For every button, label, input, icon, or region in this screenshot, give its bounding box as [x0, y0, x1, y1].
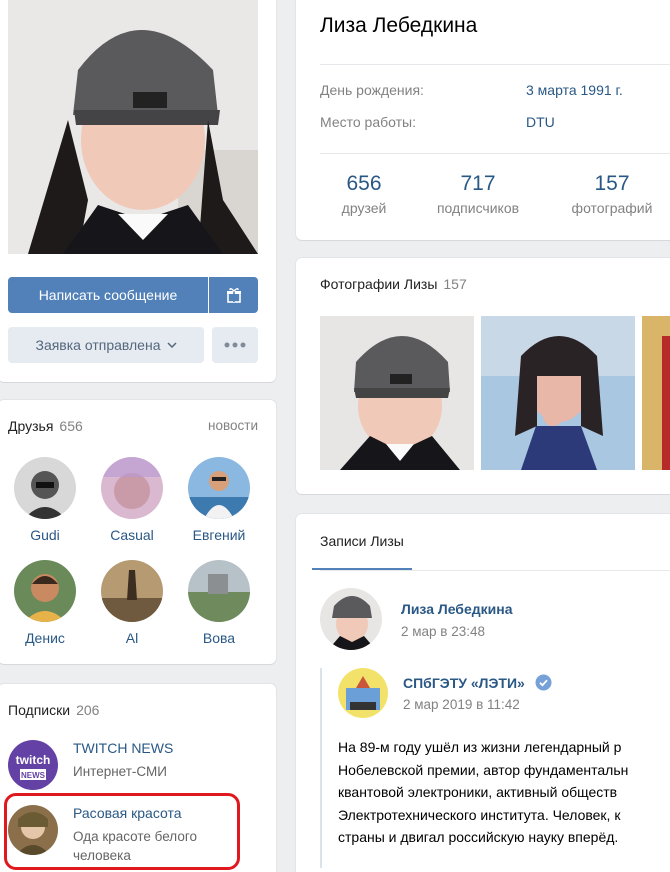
photo-thumbnail[interactable]	[481, 316, 635, 470]
friend-name: Casual	[110, 527, 154, 543]
more-dots-icon	[224, 342, 246, 348]
repost-bar	[320, 668, 322, 868]
subscription-item[interactable]: twitch NEWS TWITCH NEWS Интернет-СМИ	[8, 740, 268, 800]
friends-news-link[interactable]: новости	[208, 418, 258, 433]
subscription-desc: Интернет-СМИ	[73, 764, 167, 779]
work-label: Место работы:	[320, 114, 416, 130]
divider	[320, 64, 670, 65]
friend-avatar	[14, 560, 76, 622]
subscription-name: TWITCH NEWS	[73, 740, 174, 756]
counter-label: фотографий	[571, 200, 653, 216]
tab-wall-posts[interactable]: Записи Лизы	[312, 514, 412, 570]
repost-author-avatar[interactable]	[338, 668, 388, 718]
friend-request-label: Заявка отправлена	[35, 337, 161, 353]
post-text-line: квантовой электроники, активный обществ	[338, 784, 618, 800]
friend-item[interactable]: Gudi	[5, 457, 85, 543]
repost-date[interactable]: 2 мар 2019 в 11:42	[403, 697, 520, 712]
post-text-line: страны и двигал российскую науку вперёд.	[338, 829, 619, 845]
friend-request-button[interactable]: Заявка отправлена	[8, 327, 204, 363]
friend-name: Денис	[25, 630, 65, 646]
counter-photos[interactable]: 157 фотографий	[564, 172, 660, 216]
post-author-name[interactable]: Лиза Лебедкина	[401, 601, 512, 617]
post-date[interactable]: 2 мар в 23:48	[401, 624, 485, 639]
svg-text:NEWS: NEWS	[21, 771, 46, 780]
friend-name: Вова	[202, 630, 236, 646]
friends-count: 656	[59, 418, 83, 434]
counter-friends[interactable]: 656 друзей	[338, 172, 390, 216]
profile-info-card: Лиза Лебедкина День рождения: 3 марта 19…	[296, 0, 670, 240]
photos-title: Фотографии Лизы	[320, 276, 438, 292]
friend-item[interactable]: Casual	[92, 457, 172, 543]
friend-avatar	[101, 457, 163, 519]
counter-number: 157	[594, 172, 630, 195]
gift-icon	[226, 288, 241, 303]
counter-label: подписчиков	[436, 200, 520, 216]
photo-thumbnail[interactable]	[642, 316, 670, 470]
friend-avatar	[188, 560, 250, 622]
post-text-line: Нобелевской премии, автор фундаментальн	[338, 761, 629, 778]
verified-icon	[535, 674, 552, 691]
friend-item[interactable]: Al	[92, 560, 172, 646]
friend-name: Al	[125, 630, 139, 646]
friend-name: Евгений	[192, 527, 246, 543]
friends-title: Друзья	[8, 418, 54, 434]
friend-item[interactable]: Евгений	[179, 457, 259, 543]
friends-header[interactable]: Друзья 656	[8, 418, 83, 434]
subscriptions-title: Подписки	[8, 702, 71, 718]
birthday-value[interactable]: 3 марта 1991 г.	[526, 82, 623, 98]
photos-count: 157	[443, 276, 467, 292]
photos-block: Фотографии Лизы 157	[296, 258, 670, 494]
divider	[320, 153, 670, 154]
more-actions-button[interactable]	[212, 327, 258, 363]
twitch-news-avatar: twitch NEWS	[8, 740, 58, 790]
friend-avatar	[14, 457, 76, 519]
friend-item[interactable]: Денис	[5, 560, 85, 646]
wall-block: Записи Лизы Лиза Лебедкина 2 мар в 23:48…	[296, 514, 670, 872]
write-message-button[interactable]: Написать сообщение	[8, 277, 208, 313]
counter-number: 656	[346, 172, 382, 195]
friend-item[interactable]: Вова	[179, 560, 259, 646]
friend-name: Gudi	[30, 527, 60, 543]
svg-text:twitch: twitch	[16, 753, 51, 767]
profile-card: Написать сообщение Заявка отправлена	[0, 0, 276, 382]
friends-block: Друзья 656 новости Gudi Casual Евгений Де…	[0, 400, 276, 664]
photos-header[interactable]: Фотографии Лизы 157	[320, 276, 467, 292]
profile-avatar[interactable]	[8, 0, 258, 254]
friend-avatar	[101, 560, 163, 622]
counter-label: друзей	[341, 200, 387, 216]
post-author-avatar[interactable]	[320, 588, 382, 650]
post-text: На 89-м году ушёл из жизни легендарный р…	[338, 736, 670, 849]
highlight-circle	[4, 793, 240, 870]
counter-followers[interactable]: 717 подписчиков	[426, 172, 530, 216]
work-value[interactable]: DTU	[526, 114, 555, 130]
birthday-label: День рождения:	[320, 82, 424, 98]
chevron-down-icon	[166, 342, 177, 348]
gift-button[interactable]	[209, 277, 258, 313]
repost-author-name[interactable]: СПбГЭТУ «ЛЭТИ»	[403, 674, 552, 691]
post-text-line: На 89-м году ушёл из жизни легендарный р	[338, 739, 622, 755]
divider	[320, 570, 670, 571]
subscriptions-header[interactable]: Подписки 206	[8, 702, 99, 718]
profile-name: Лиза Лебедкина	[320, 14, 478, 37]
subscriptions-count: 206	[76, 702, 100, 718]
repost-author-label: СПбГЭТУ «ЛЭТИ»	[403, 675, 525, 691]
counter-number: 717	[460, 172, 496, 195]
photo-thumbnail[interactable]	[320, 316, 474, 470]
post-text-line: Электротехнического института. Человек, …	[338, 806, 621, 823]
friend-avatar	[188, 457, 250, 519]
